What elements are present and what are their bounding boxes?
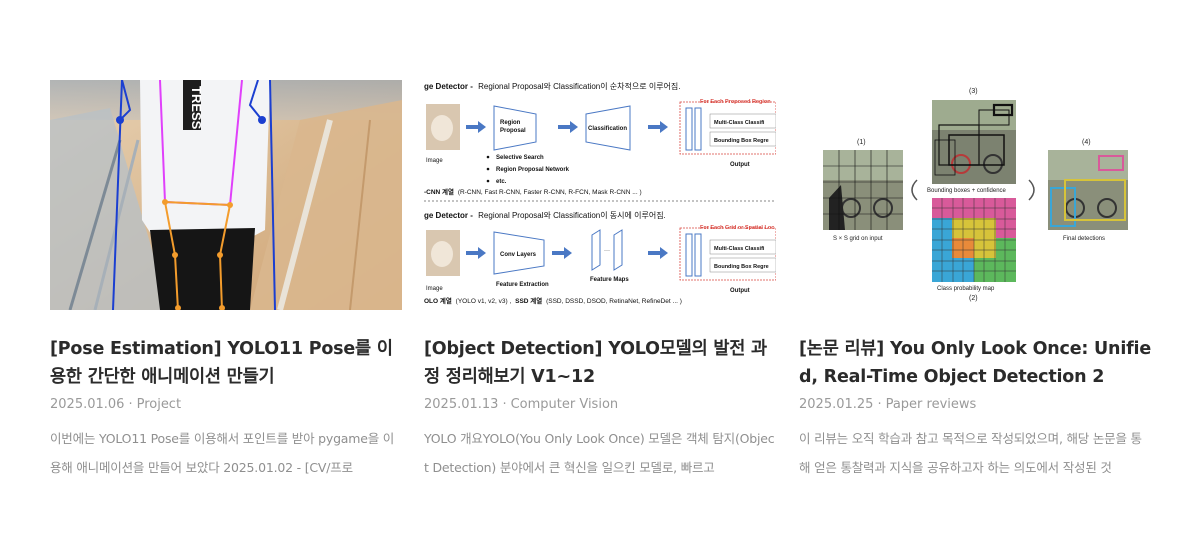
yolo-family-bold: OLO 계열 bbox=[424, 296, 452, 305]
svg-text:Proposal: Proposal bbox=[500, 128, 526, 134]
bbox-label: Bounding Box Regre bbox=[714, 138, 769, 144]
post-thumbnail[interactable]: (1) S × S grid on input (3) Bounding box… bbox=[799, 80, 1151, 310]
rcnn-family-list: (R-CNN, Fast R-CNN, Faster R-CNN, R-FCN,… bbox=[458, 189, 642, 196]
post-date: 2025.01.13 bbox=[424, 397, 499, 412]
step-label: (3) bbox=[969, 88, 978, 95]
post-title[interactable]: [논문 리뷰] You Only Look Once: Unified, Rea… bbox=[799, 335, 1151, 391]
conv-layers-label: Conv Layers bbox=[500, 252, 537, 258]
output-label: Output bbox=[730, 288, 750, 294]
multi-class-label: Multi-Class Classifi bbox=[714, 120, 765, 126]
yolo-family-list: (YOLO v1, v2, v3) , bbox=[456, 298, 512, 305]
ssd-family-bold: SSD 계열 bbox=[515, 296, 542, 305]
multi-class-label: Multi-Class Classifi bbox=[714, 246, 765, 252]
post-card-yolo-evolution[interactable]: ge Detector - Regional Proposal와 Classif… bbox=[424, 80, 776, 482]
meta-separator: · bbox=[502, 397, 507, 412]
bottom-heading-bold: ge Detector - bbox=[424, 211, 473, 220]
svg-text:Region: Region bbox=[500, 120, 521, 126]
yolo-pipeline-diagram: (1) S × S grid on input (3) Bounding box… bbox=[799, 80, 1151, 310]
step-label: (2) bbox=[969, 295, 978, 302]
boxes-caption: Bounding boxes + confidence bbox=[927, 188, 1007, 194]
post-category[interactable]: Computer Vision bbox=[511, 397, 619, 412]
bullet-item: Region Proposal Network bbox=[496, 167, 570, 173]
feature-maps-label: Feature Maps bbox=[590, 277, 629, 283]
meta-separator: · bbox=[877, 397, 882, 412]
ssd-family-list: (SSD, DSSD, DSOD, RetinaNet, RefineDet .… bbox=[546, 298, 682, 305]
prob-caption: Class probability map bbox=[937, 286, 995, 292]
classification-label: Classification bbox=[588, 126, 627, 132]
feature-extraction-label: Feature Extraction bbox=[496, 282, 549, 288]
step-label: (4) bbox=[1082, 139, 1091, 146]
final-caption: Final detections bbox=[1063, 236, 1105, 242]
image-label: Image bbox=[426, 158, 443, 164]
meta-separator: · bbox=[128, 397, 133, 412]
bowling-pose-image: TRESS bbox=[50, 80, 402, 310]
post-meta: 2025.01.25 · Paper reviews bbox=[799, 396, 1151, 414]
red-header: For Each Grid or Spatial Loc bbox=[700, 225, 774, 231]
feature-map bbox=[591, 229, 601, 271]
detector-comparison-diagram: ge Detector - Regional Proposal와 Classif… bbox=[424, 80, 776, 310]
post-card-yolo-paper-review[interactable]: (1) S × S grid on input (3) Bounding box… bbox=[799, 80, 1151, 482]
post-title[interactable]: [Pose Estimation] YOLO11 Pose를 이용한 간단한 애… bbox=[50, 335, 402, 391]
post-meta: 2025.01.13 · Computer Vision bbox=[424, 396, 776, 414]
post-category[interactable]: Project bbox=[137, 397, 181, 412]
post-thumbnail[interactable]: TRESS bbox=[50, 80, 402, 310]
bbox-label: Bounding Box Regre bbox=[714, 264, 769, 270]
post-grid: TRESS [Pose Estimation] YOLO11 Pose를 이용한… bbox=[0, 0, 1200, 540]
feature-map bbox=[613, 229, 623, 271]
bullet-item: etc. bbox=[496, 179, 507, 185]
input-grid-image bbox=[823, 150, 903, 230]
post-thumbnail[interactable]: ge Detector - Regional Proposal와 Classif… bbox=[424, 80, 776, 310]
rcnn-family-bold: -CNN 계열 bbox=[424, 187, 454, 196]
svg-text:ge Detector - Region: ge Detector - Regional Proposal와 Classif… bbox=[424, 81, 681, 91]
post-excerpt: 이번에는 YOLO11 Pose를 이용해서 포인트를 받아 pygame을 이… bbox=[50, 431, 395, 475]
post-meta: 2025.01.06 · Project bbox=[50, 396, 402, 414]
top-heading-rest: Regional Proposal와 Classification이 순차적으로… bbox=[478, 81, 680, 91]
top-heading-bold: ge Detector - bbox=[424, 82, 473, 91]
image-label: Image bbox=[426, 286, 443, 292]
grid-caption: S × S grid on input bbox=[833, 236, 883, 242]
post-card-pose-estimation[interactable]: TRESS [Pose Estimation] YOLO11 Pose를 이용한… bbox=[50, 80, 402, 482]
svg-text:···: ··· bbox=[604, 248, 610, 254]
svg-text:OLO 계열 (YOLO v1, v2,: OLO 계열 (YOLO v1, v2, v3) , SSD 계열 (SSD, … bbox=[424, 296, 682, 305]
post-category[interactable]: Paper reviews bbox=[886, 397, 977, 412]
post-excerpt: 이 리뷰는 오직 학습과 참고 목적으로 작성되었으며, 해당 논문을 통해 얻… bbox=[799, 431, 1142, 475]
bounding-boxes-image bbox=[932, 100, 1016, 184]
shirt-text: TRESS bbox=[189, 86, 204, 130]
step-label: (1) bbox=[857, 139, 866, 146]
red-header: For Each Proposed Region bbox=[700, 99, 771, 105]
post-excerpt: YOLO 개요YOLO(You Only Look Once) 모델은 객체 탐… bbox=[424, 431, 775, 475]
final-detections-image bbox=[1048, 150, 1128, 230]
bullet-item: Selective Search bbox=[496, 155, 544, 161]
post-date: 2025.01.06 bbox=[50, 397, 125, 412]
svg-text:ge Detector - Region: ge Detector - Regional Proposal와 Classif… bbox=[424, 210, 666, 220]
bottom-heading-rest: Regional Proposal와 Classification이 동시에 이… bbox=[478, 210, 666, 220]
output-label: Output bbox=[730, 162, 750, 168]
post-title[interactable]: [Object Detection] YOLO모델의 발전 과정 정리해보기 V… bbox=[424, 335, 776, 391]
post-date: 2025.01.25 bbox=[799, 397, 874, 412]
